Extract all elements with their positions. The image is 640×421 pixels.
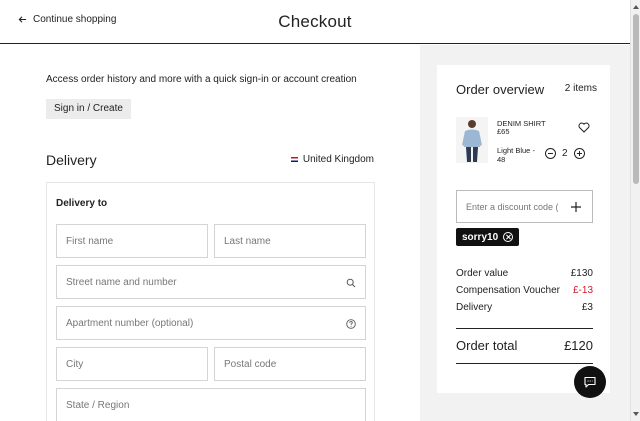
order-overview-card: Order overview 2 items DENIM SHIRT £65 L…	[437, 65, 610, 393]
voucher-row: Compensation Voucher £-13	[456, 285, 593, 296]
scroll-up-arrow-icon[interactable]	[632, 2, 640, 11]
postal-code-field[interactable]	[214, 347, 366, 381]
first-name-field[interactable]	[56, 224, 208, 258]
apartment-input[interactable]	[57, 307, 365, 339]
order-total-amount: £120	[564, 338, 593, 353]
checkout-page: Continue shopping Checkout Access order …	[0, 0, 640, 421]
discount-code-field[interactable]	[456, 190, 593, 223]
street-field[interactable]	[56, 265, 366, 299]
item-count: 2 items	[564, 83, 597, 94]
help-icon[interactable]	[346, 319, 356, 329]
signin-create-button[interactable]: Sign in / Create	[46, 99, 131, 119]
delivery-cost-label: Delivery	[456, 302, 493, 313]
page-title: Checkout	[278, 12, 352, 31]
delivery-heading: Delivery	[46, 152, 97, 168]
delivery-to-heading: Delivery to	[56, 198, 108, 209]
decrease-quantity-button[interactable]	[545, 148, 556, 159]
city-input[interactable]	[57, 348, 207, 380]
country-selector[interactable]: United Kingdom	[290, 154, 374, 165]
delivery-address-card: Delivery to	[46, 182, 375, 421]
product-figure-icon	[462, 120, 482, 162]
last-name-field[interactable]	[214, 224, 366, 258]
plus-icon[interactable]	[571, 202, 581, 212]
state-field[interactable]	[56, 388, 366, 421]
product-price: £65	[497, 127, 510, 136]
order-summary-column: Order overview 2 items DENIM SHIRT £65 L…	[420, 45, 630, 421]
apartment-field[interactable]	[56, 306, 366, 340]
signin-prompt: Access order history and more with a qui…	[46, 74, 357, 85]
country-label: United Kingdom	[302, 154, 374, 165]
voucher-label: Compensation Voucher	[456, 285, 560, 296]
order-total-label: Order total	[456, 338, 518, 353]
uk-flag-icon	[290, 157, 298, 162]
checkout-form-column: Access order history and more with a qui…	[0, 45, 420, 421]
city-field[interactable]	[56, 347, 208, 381]
delivery-cost-row: Delivery £3	[456, 302, 593, 313]
order-overview-title: Order overview	[456, 82, 545, 97]
total-divider-bottom	[456, 363, 593, 364]
remove-discount-icon[interactable]	[503, 232, 514, 242]
order-value-row: Order value £130	[456, 268, 593, 279]
increase-quantity-button[interactable]	[573, 148, 585, 159]
quantity-stepper: 2	[545, 148, 585, 159]
applied-discount-code: sorry10	[462, 231, 499, 243]
quantity-value: 2	[562, 148, 568, 159]
scroll-down-arrow-icon[interactable]	[632, 410, 640, 419]
last-name-input[interactable]	[215, 225, 365, 257]
scroll-thumb[interactable]	[633, 14, 639, 184]
order-total-row: Order total £120	[456, 338, 593, 353]
product-image[interactable]	[456, 117, 488, 163]
applied-discount-tag: sorry10	[456, 228, 520, 246]
delivery-cost-amount: £3	[581, 302, 593, 313]
order-value-label: Order value	[456, 268, 509, 279]
voucher-amount: £-13	[572, 285, 593, 296]
order-value-amount: £130	[570, 268, 593, 279]
street-input[interactable]	[57, 266, 365, 298]
chat-icon	[584, 376, 596, 388]
search-icon[interactable]	[346, 278, 356, 288]
total-divider-top	[456, 328, 593, 329]
chat-button[interactable]	[574, 366, 606, 398]
discount-code-input[interactable]	[457, 191, 567, 222]
state-input[interactable]	[57, 389, 365, 421]
first-name-input[interactable]	[57, 225, 207, 257]
page-header: Continue shopping Checkout	[0, 0, 630, 44]
page-scrollbar[interactable]	[630, 0, 640, 421]
product-variant: Light Blue - 48	[497, 146, 535, 164]
heart-icon[interactable]	[578, 122, 590, 133]
postal-code-input[interactable]	[215, 348, 365, 380]
